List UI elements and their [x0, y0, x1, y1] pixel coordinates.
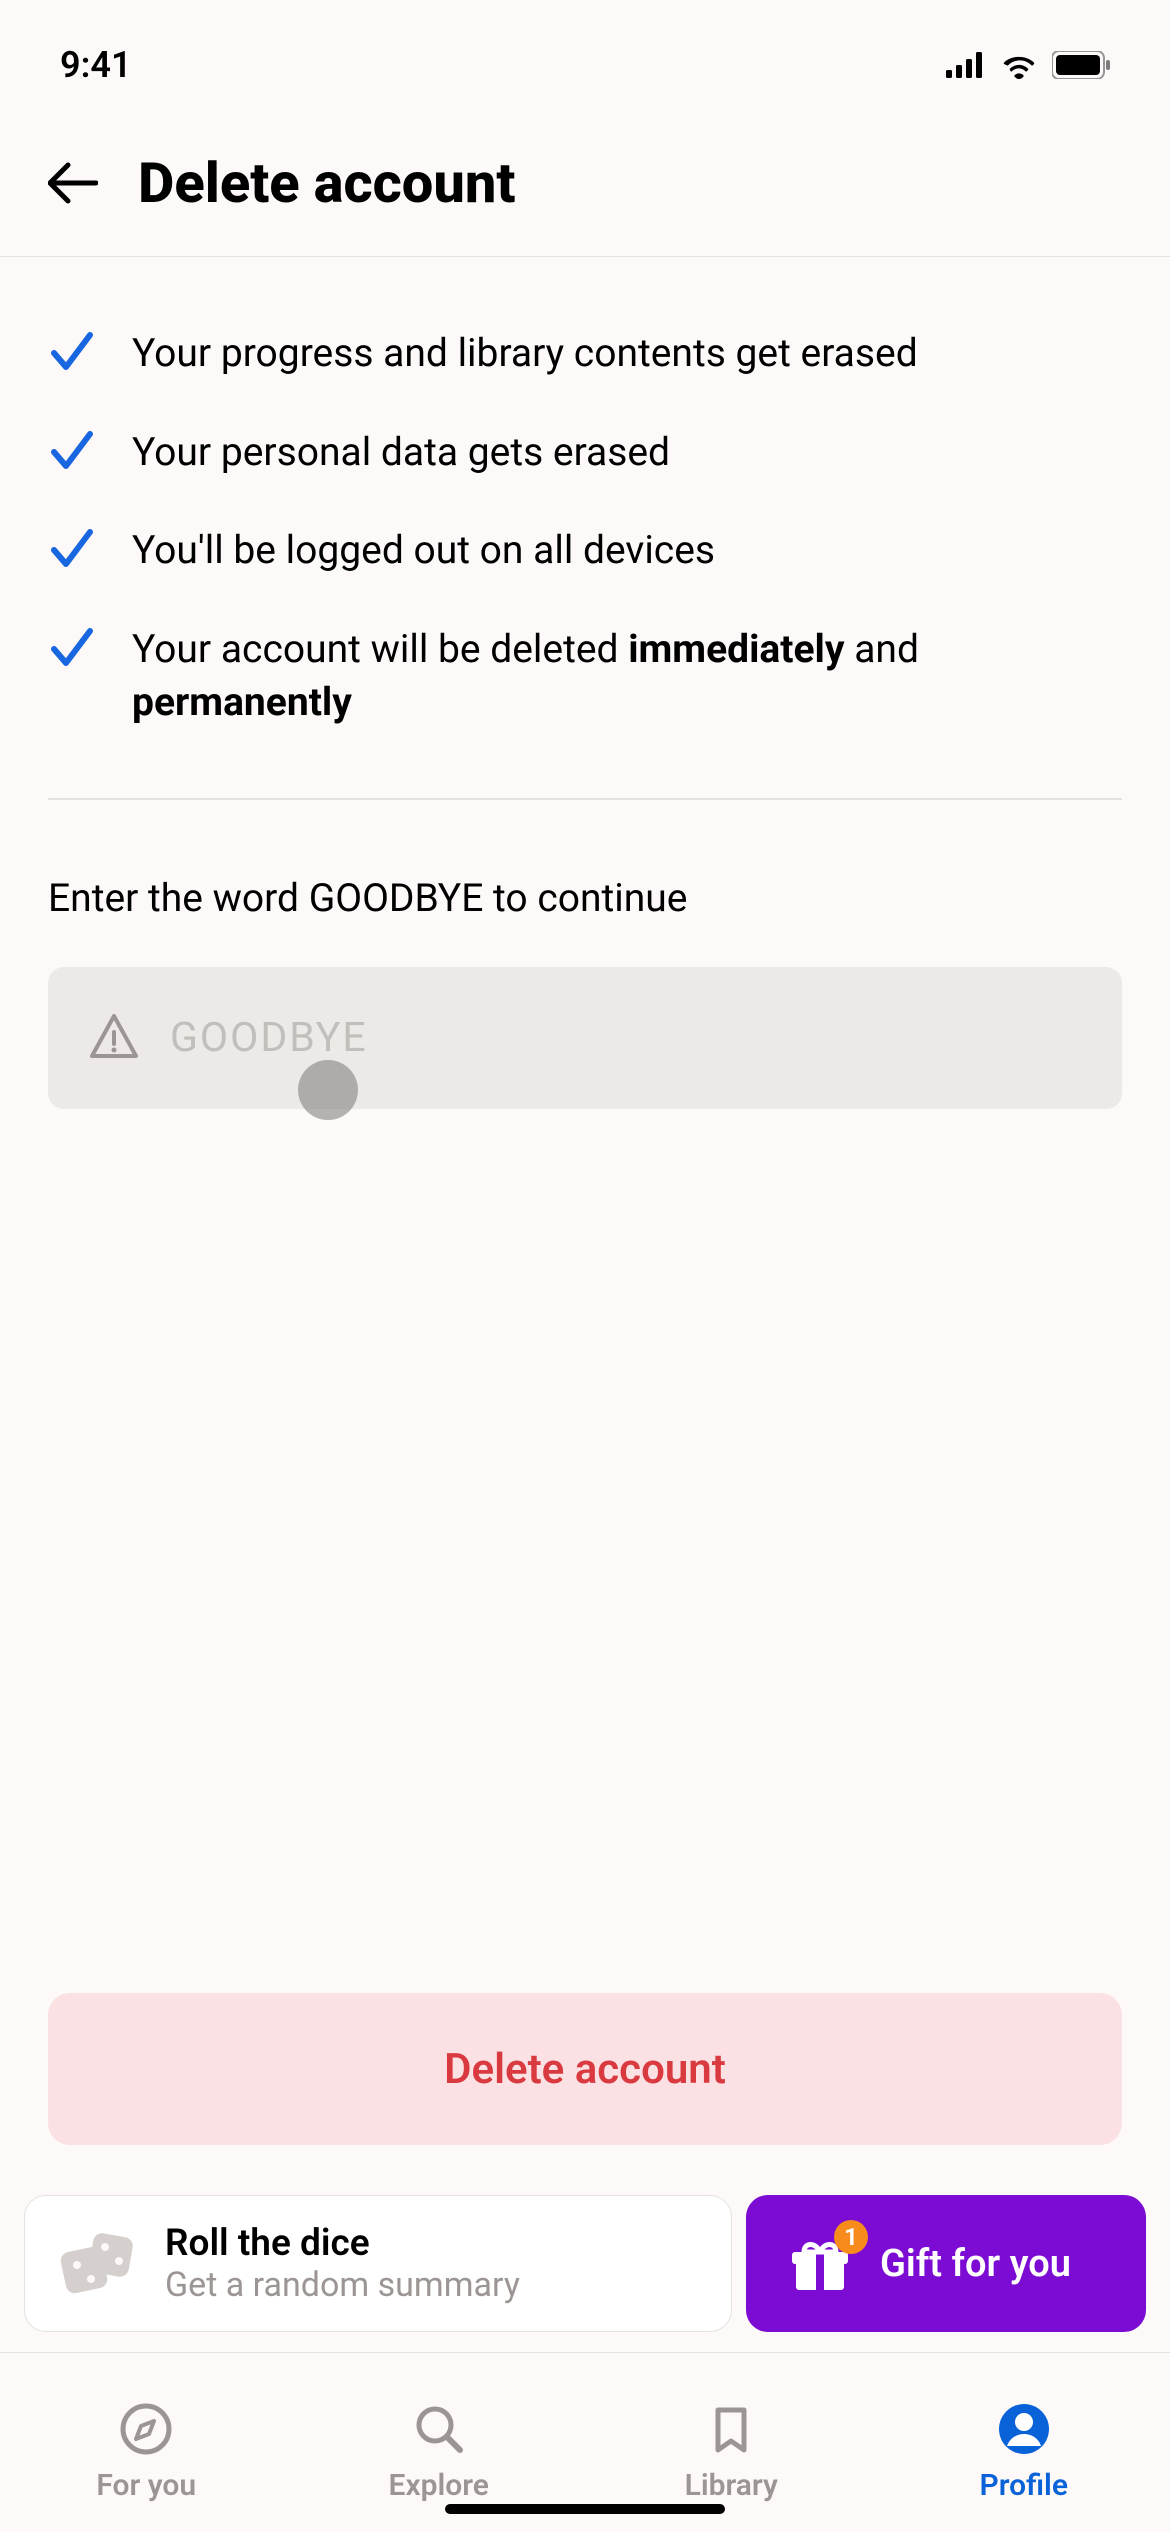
status-time: 9:41: [60, 44, 132, 86]
consequence-list: Your progress and library contents get e…: [48, 327, 1122, 728]
dice-icon: [57, 2225, 135, 2303]
bookmark-icon: [704, 2402, 758, 2456]
tab-label: For you: [96, 2468, 196, 2503]
gift-icon-wrap: 1: [786, 2230, 854, 2298]
confirmation-input[interactable]: [170, 1014, 1082, 1062]
check-icon: [48, 623, 96, 671]
roll-title: Roll the dice: [165, 2222, 520, 2265]
list-item: Your personal data gets erased: [48, 426, 1122, 479]
instruction-label: Enter the word GOODBYE to continue: [48, 875, 1122, 921]
list-item-text: Your personal data gets erased: [132, 426, 670, 479]
confirmation-input-container: [48, 967, 1122, 1109]
gift-card[interactable]: 1 Gift for you: [746, 2195, 1146, 2332]
warning-icon: [88, 1012, 140, 1064]
list-item: You'll be logged out on all devices: [48, 524, 1122, 577]
promo-row: Roll the dice Get a random summary 1 Gif…: [0, 2195, 1170, 2332]
battery-icon: [1052, 51, 1110, 79]
arrow-left-icon: [48, 162, 98, 204]
compass-icon: [119, 2402, 173, 2456]
list-item-text: You'll be logged out on all devices: [132, 524, 715, 577]
wifi-icon: [1000, 51, 1038, 79]
touch-indicator: [298, 1060, 358, 1120]
tab-label: Profile: [980, 2468, 1068, 2503]
list-item: Your account will be deleted immediately…: [48, 623, 1122, 728]
tab-label: Library: [685, 2468, 778, 2503]
check-icon: [48, 524, 96, 572]
tab-label: Explore: [389, 2468, 489, 2503]
back-button[interactable]: [48, 158, 98, 208]
tab-profile[interactable]: Profile: [878, 2353, 1170, 2532]
check-icon: [48, 426, 96, 474]
nav-header: Delete account: [0, 100, 1170, 257]
page-title: Delete account: [138, 150, 515, 216]
search-icon: [412, 2402, 466, 2456]
gift-badge: 1: [834, 2220, 868, 2254]
divider: [48, 798, 1122, 800]
cellular-icon: [946, 52, 986, 78]
person-icon: [997, 2402, 1051, 2456]
gift-label: Gift for you: [880, 2242, 1071, 2286]
tab-for-you[interactable]: For you: [0, 2353, 293, 2532]
list-item-text: Your account will be deleted immediately…: [132, 623, 1122, 728]
roll-subtitle: Get a random summary: [165, 2265, 520, 2305]
content-area: Your progress and library contents get e…: [0, 257, 1170, 2195]
status-bar: 9:41: [0, 0, 1170, 100]
status-icons: [946, 51, 1110, 79]
list-item: Your progress and library contents get e…: [48, 327, 1122, 380]
check-icon: [48, 327, 96, 375]
home-indicator[interactable]: [445, 2504, 725, 2514]
roll-text: Roll the dice Get a random summary: [165, 2222, 520, 2305]
roll-dice-card[interactable]: Roll the dice Get a random summary: [24, 2195, 732, 2332]
list-item-text: Your progress and library contents get e…: [132, 327, 918, 380]
delete-account-button[interactable]: Delete account: [48, 1993, 1122, 2145]
